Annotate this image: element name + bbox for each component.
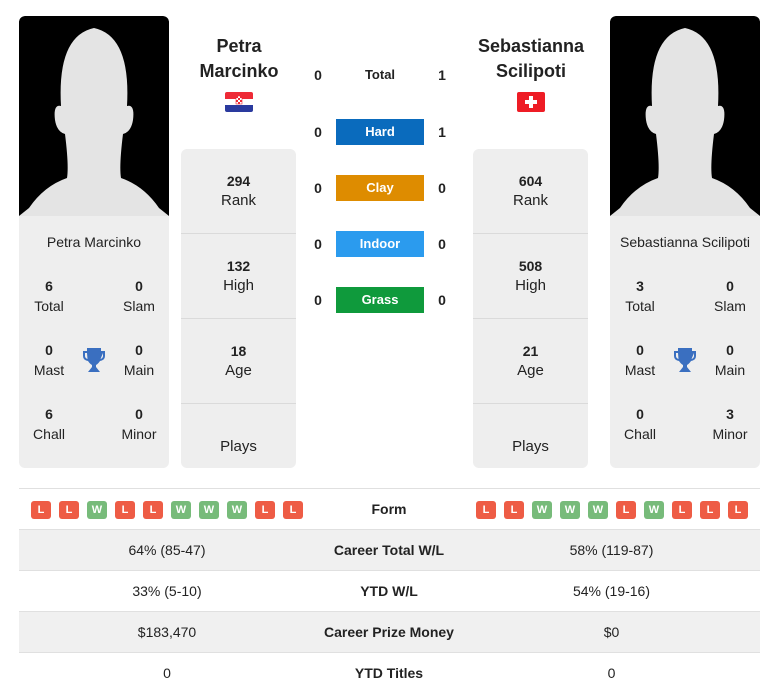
h2h-p1-value: 0 [314,180,322,196]
table-row: 33% (5-10) YTD W/L 54% (19-16) [19,570,760,611]
h2h-clay-row[interactable]: 0 Clay 0 [306,175,454,201]
surface-badge-clay[interactable]: Clay [336,175,424,201]
form-loss-badge[interactable]: L [255,501,275,519]
player1-titles-minor: 0 Minor [121,406,157,442]
row-label: YTD W/L [360,583,418,599]
h2h-indoor-row[interactable]: 0 Indoor 0 [306,231,454,257]
trophy-icon [83,348,105,372]
h2h-p2-value: 0 [438,292,446,308]
form-win-badge[interactable]: W [588,501,608,519]
player2-value: 0 [607,665,616,681]
player2-titles-slam: 0 Slam [714,278,746,314]
table-row: 0 YTD Titles 0 [19,652,760,693]
player1-plays: Plays [220,437,257,455]
player2-card: Sebastianna Scilipoti 3 Total 0 Slam 0 Mast… [610,16,760,468]
player1-titles-chall: 6 Chall [33,406,65,442]
table-row: $183,470 Career Prize Money $0 [19,611,760,652]
silhouette-icon [19,28,169,216]
player2-rank: 604 Rank [473,149,588,234]
form-win-badge[interactable]: W [532,501,552,519]
h2h-p2-value: 1 [438,124,446,140]
h2h-p2-value: 0 [438,236,446,252]
form-win-badge[interactable]: W [199,501,219,519]
h2h-p1-value: 0 [314,124,322,140]
player2-name[interactable]: Sebastianna Scilipoti [456,34,606,84]
comparison-table: LLWLLWWWLL Form LLWWWLWLLL 64% (85-47) C… [19,488,760,693]
player1-value: 33% (5-10) [132,583,202,599]
surface-badge-indoor[interactable]: Indoor [336,231,424,257]
form-loss-badge[interactable]: L [504,501,524,519]
player1-high: 132 High [181,234,296,319]
player2-card-name: Sebastianna Scilipoti [620,234,750,250]
player2-age: 21 Age [473,319,588,404]
h2h-label: Total [364,67,396,82]
table-row: 64% (85-47) Career Total W/L 58% (119-87… [19,529,760,570]
player1-rank: 294 Rank [181,149,296,234]
player1-photo [19,16,169,216]
form-loss-badge[interactable]: L [143,501,163,519]
player1-rank-panel: 294 Rank 132 High 18 Age Plays [181,149,296,468]
player1-card: Petra Marcinko 6 Total 0 Slam 0 Mast 0 Main … [19,16,169,468]
row-label: YTD Titles [354,665,424,681]
player1-age: 18 Age [181,319,296,404]
form-loss-badge[interactable]: L [476,501,496,519]
h2h-total-row: 0 Total 1 [306,62,454,88]
player2-titles-total: 3 Total [625,278,655,314]
trophy-icon [674,348,696,372]
player1-titles-slam: 0 Slam [123,278,155,314]
player2-titles-chall: 0 Chall [624,406,656,442]
h2h-p1-value: 0 [314,292,322,308]
switzerland-flag-icon [517,92,545,112]
form-win-badge[interactable]: W [560,501,580,519]
form-loss-badge[interactable]: L [672,501,692,519]
player1-name[interactable]: Petra Marcinko [164,34,314,84]
player2-titles-mast: 0 Mast [624,342,656,378]
player1-titles-main: 0 Main [123,342,155,378]
player1-form: LLWLLWWWLL [31,501,303,519]
form-win-badge[interactable]: W [644,501,664,519]
form-win-badge[interactable]: W [171,501,191,519]
row-label: Career Prize Money [324,624,454,640]
form-loss-badge[interactable]: L [283,501,303,519]
silhouette-icon [610,28,760,216]
player2-titles-main: 0 Main [714,342,746,378]
form-loss-badge[interactable]: L [115,501,135,519]
surface-badge-grass[interactable]: Grass [336,287,424,313]
h2h-grass-row[interactable]: 0 Grass 0 [306,287,454,313]
row-label: Career Total W/L [333,542,445,558]
player2-rank-panel: 604 Rank 508 High 21 Age Plays [473,149,588,468]
form-win-badge[interactable]: W [87,501,107,519]
form-label: Form [371,501,407,517]
form-loss-badge[interactable]: L [728,501,748,519]
form-loss-badge[interactable]: L [31,501,51,519]
player1-titles-total: 6 Total [34,278,64,314]
h2h-hard-row[interactable]: 0 Hard 1 [306,119,454,145]
player2-titles-minor: 3 Minor [712,406,748,442]
croatia-flag-icon [225,92,253,112]
player2-plays: Plays [512,437,549,455]
form-loss-badge[interactable]: L [59,501,79,519]
player1-value: 64% (85-47) [128,542,206,558]
player2-form: LLWWWLWLLL [476,501,748,519]
player2-value: 54% (19-16) [572,583,651,599]
surface-badge-hard[interactable]: Hard [336,119,424,145]
form-loss-badge[interactable]: L [700,501,720,519]
player2-value: $0 [603,624,620,640]
h2h-p2-value: 1 [438,67,446,83]
form-win-badge[interactable]: W [227,501,247,519]
form-loss-badge[interactable]: L [616,501,636,519]
form-row: LLWLLWWWLL Form LLWWWLWLLL [19,488,760,529]
player2-photo [610,16,760,216]
player1-value: $183,470 [137,624,197,640]
player2-high: 508 High [473,234,588,319]
player2-value: 58% (119-87) [569,542,654,558]
h2h-p1-value: 0 [314,67,322,83]
player1-value: 0 [163,665,171,681]
player1-card-name: Petra Marcinko [46,234,142,250]
player1-titles-mast: 0 Mast [33,342,65,378]
h2h-p1-value: 0 [314,236,322,252]
h2h-p2-value: 0 [438,180,446,196]
